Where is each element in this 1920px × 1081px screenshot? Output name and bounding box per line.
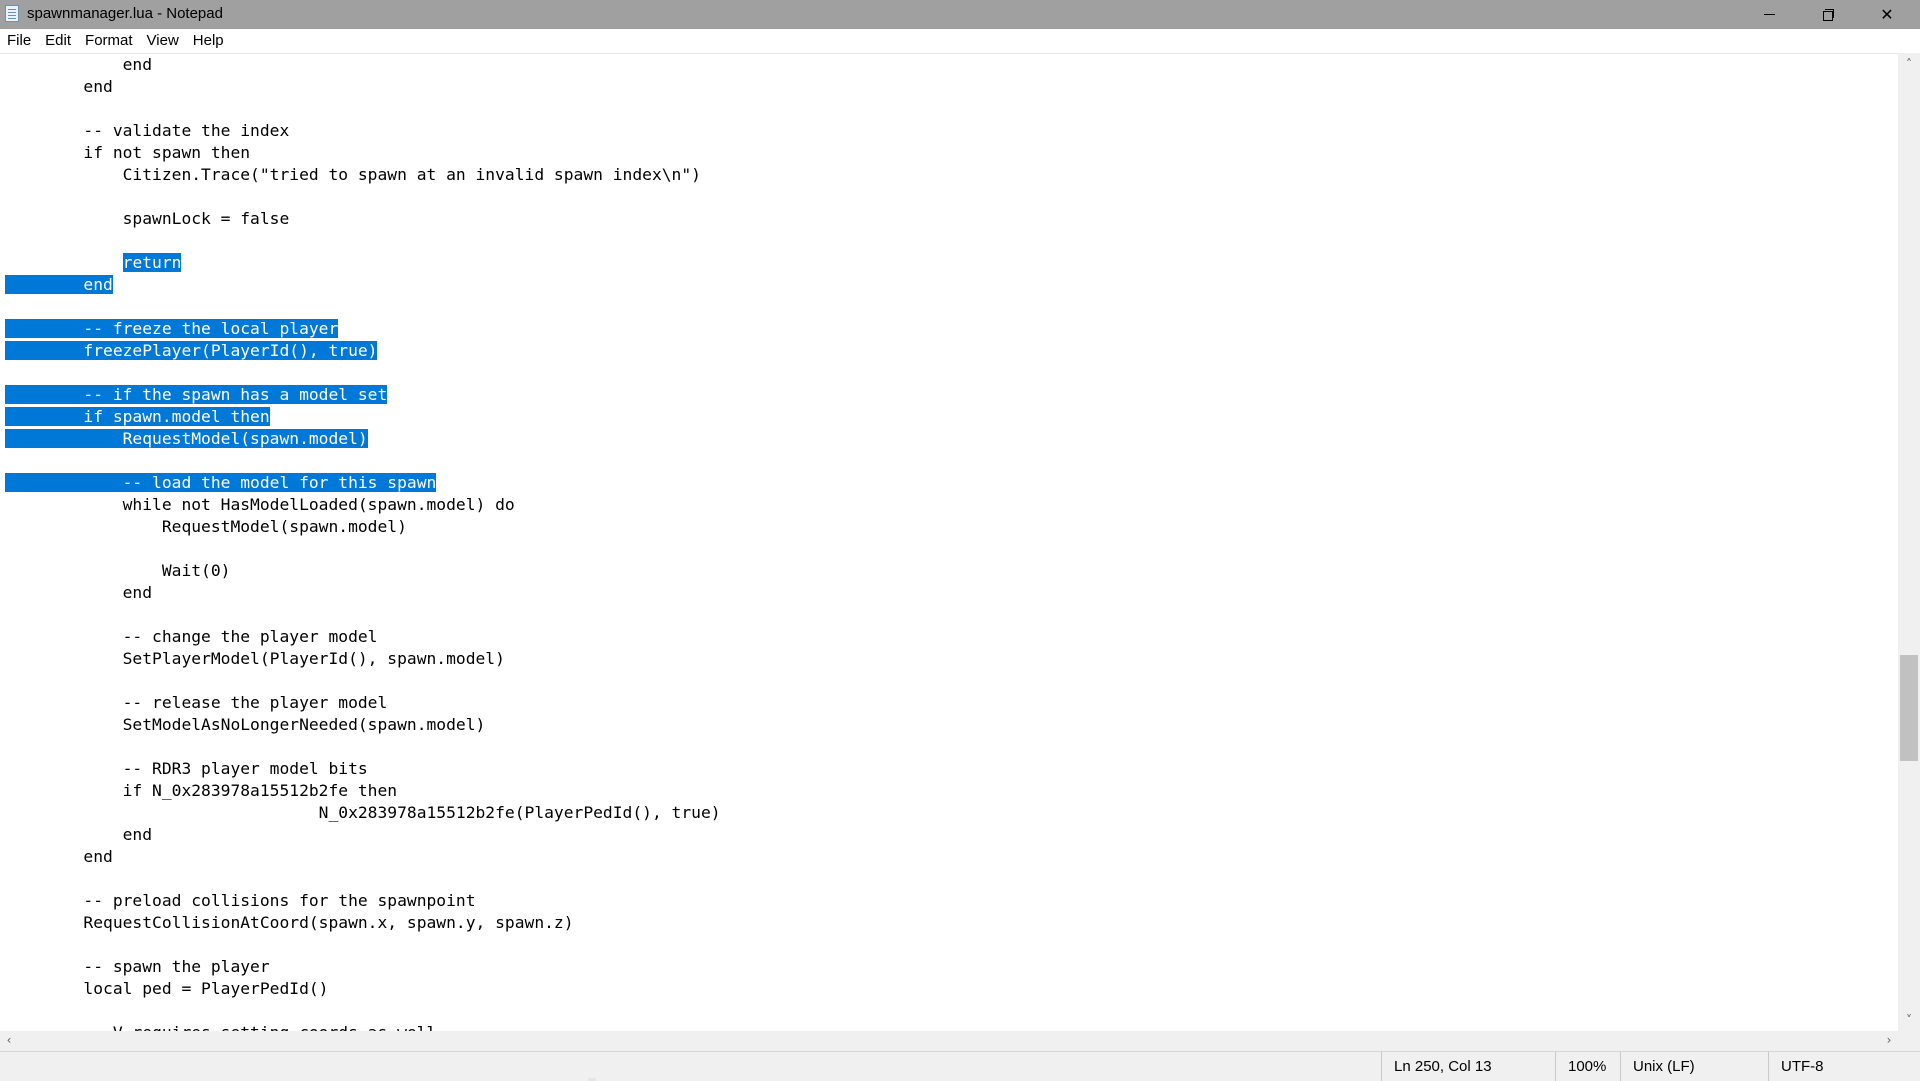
code-line[interactable]: if N_0x283978a15512b2fe then	[5, 780, 397, 802]
code-line[interactable]: -- if the spawn has a model set	[5, 384, 388, 406]
code-text: end	[5, 847, 113, 866]
code-line[interactable]: freezePlayer(PlayerId(), true)	[5, 340, 378, 362]
code-text: -- RDR3 player model bits	[5, 759, 368, 778]
code-text: end	[5, 825, 153, 844]
code-line[interactable]: RequestModel(spawn.model)	[5, 428, 368, 450]
selected-text: if spawn.model then	[5, 407, 270, 426]
code-line[interactable]: -- validate the index	[5, 120, 289, 142]
code-line[interactable]: -- RDR3 player model bits	[5, 758, 368, 780]
code-text: SetPlayerModel(PlayerId(), spawn.model)	[5, 649, 505, 668]
minimize-icon	[1763, 14, 1775, 15]
text-editor[interactable]: end end -- validate the index if not spa…	[0, 53, 1898, 1032]
code-line[interactable]: end	[5, 76, 113, 98]
selected-text: RequestModel(spawn.model)	[5, 429, 368, 448]
code-line[interactable]: RequestCollisionAtCoord(spawn.x, spawn.y…	[5, 912, 574, 934]
menu-format[interactable]: Format	[78, 29, 140, 53]
code-line[interactable]: end	[5, 824, 152, 846]
window-title: spawnmanager.lua - Notepad	[27, 5, 223, 22]
code-text: local ped = PlayerPedId()	[5, 979, 329, 998]
zoom-level: 100%	[1555, 1052, 1620, 1081]
scroll-right-icon[interactable]: ›	[1882, 1033, 1896, 1047]
code-text: -- spawn the player	[5, 957, 270, 976]
selected-text: -- load the model for this spawn	[5, 473, 437, 492]
code-text: N_0x283978a15512b2fe(PlayerPedId(), true…	[5, 803, 721, 822]
code-line[interactable]: return	[5, 252, 182, 274]
restore-icon	[1822, 9, 1834, 21]
code-line[interactable]: Wait(0)	[5, 560, 231, 582]
code-line[interactable]: SetModelAsNoLongerNeeded(spawn.model)	[5, 714, 486, 736]
code-text: end	[5, 77, 113, 96]
cursor-position: Ln 250, Col 13	[1381, 1052, 1555, 1081]
selected-text: freezePlayer(PlayerId(), true)	[5, 341, 378, 360]
vertical-scrollbar[interactable]: ˄ ˅	[1898, 53, 1920, 1031]
menu-view[interactable]: View	[140, 29, 186, 53]
menu-edit[interactable]: Edit	[38, 29, 78, 53]
code-line[interactable]: Citizen.Trace("tried to spawn at an inva…	[5, 164, 701, 186]
menu-help[interactable]: Help	[186, 29, 231, 53]
code-text: -- change the player model	[5, 627, 378, 646]
menu-bar: File Edit Format View Help	[0, 29, 1920, 53]
scroll-left-icon[interactable]: ‹	[2, 1033, 16, 1047]
code-text: spawnLock = false	[5, 209, 290, 228]
code-line[interactable]: end	[5, 582, 152, 604]
code-line[interactable]: local ped = PlayerPedId()	[5, 978, 328, 1000]
notepad-icon	[5, 5, 19, 22]
close-icon: ✕	[1880, 5, 1894, 24]
minimize-button[interactable]	[1740, 0, 1798, 29]
code-text: RequestModel(spawn.model)	[5, 517, 407, 536]
code-line[interactable]: -- change the player model	[5, 626, 378, 648]
code-text: RequestCollisionAtCoord(spawn.x, spawn.y…	[5, 913, 574, 932]
code-line[interactable]: spawnLock = false	[5, 208, 290, 230]
encoding: UTF-8	[1768, 1052, 1920, 1081]
scroll-up-icon[interactable]: ˄	[1898, 57, 1920, 71]
code-text: while not HasModelLoaded(spawn.model) do	[5, 495, 515, 514]
status-bar: Ln 250, Col 13 100% Unix (LF) UTF-8	[0, 1051, 1920, 1081]
code-line[interactable]: -- preload collisions for the spawnpoint	[5, 890, 476, 912]
code-line[interactable]: N_0x283978a15512b2fe(PlayerPedId(), true…	[5, 802, 721, 824]
menu-file[interactable]: File	[0, 29, 38, 53]
code-text: if not spawn then	[5, 143, 251, 162]
code-line[interactable]: -- release the player model	[5, 692, 388, 714]
selected-text: return	[122, 253, 182, 272]
line-ending: Unix (LF)	[1620, 1052, 1768, 1081]
code-text: -- release the player model	[5, 693, 388, 712]
close-button[interactable]: ✕	[1858, 0, 1916, 29]
code-line[interactable]: if not spawn then	[5, 142, 250, 164]
code-text: -- validate the index	[5, 121, 290, 140]
code-text: end	[5, 583, 153, 602]
code-line[interactable]: end	[5, 846, 113, 868]
selected-text: -- if the spawn has a model set	[5, 385, 388, 404]
code-line[interactable]: -- spawn the player	[5, 956, 270, 978]
scroll-down-icon[interactable]: ˅	[1898, 1013, 1920, 1027]
code-line[interactable]: while not HasModelLoaded(spawn.model) do	[5, 494, 515, 516]
code-line[interactable]: end	[5, 54, 152, 76]
scrollbar-corner	[1898, 1031, 1920, 1051]
code-text: Wait(0)	[5, 561, 231, 580]
code-line[interactable]: end	[5, 274, 113, 296]
selected-text: end	[5, 275, 113, 294]
code-text: SetModelAsNoLongerNeeded(spawn.model)	[5, 715, 486, 734]
code-text: end	[5, 55, 153, 74]
code-line[interactable]: RequestModel(spawn.model)	[5, 516, 407, 538]
code-text: if N_0x283978a15512b2fe then	[5, 781, 398, 800]
title-bar[interactable]: spawnmanager.lua - Notepad ✕	[0, 0, 1920, 29]
code-line[interactable]: -- load the model for this spawn	[5, 472, 437, 494]
selected-text: -- freeze the local player	[5, 319, 339, 338]
code-line[interactable]: if spawn.model then	[5, 406, 270, 428]
code-line[interactable]: -- freeze the local player	[5, 318, 339, 340]
code-line[interactable]: SetPlayerModel(PlayerId(), spawn.model)	[5, 648, 505, 670]
horizontal-scrollbar[interactable]: ‹ ›	[0, 1031, 1898, 1051]
vertical-scroll-thumb[interactable]	[1900, 655, 1918, 761]
code-text: Citizen.Trace("tried to spawn at an inva…	[5, 165, 701, 184]
restore-button[interactable]	[1799, 0, 1857, 29]
code-text: -- preload collisions for the spawnpoint	[5, 891, 476, 910]
